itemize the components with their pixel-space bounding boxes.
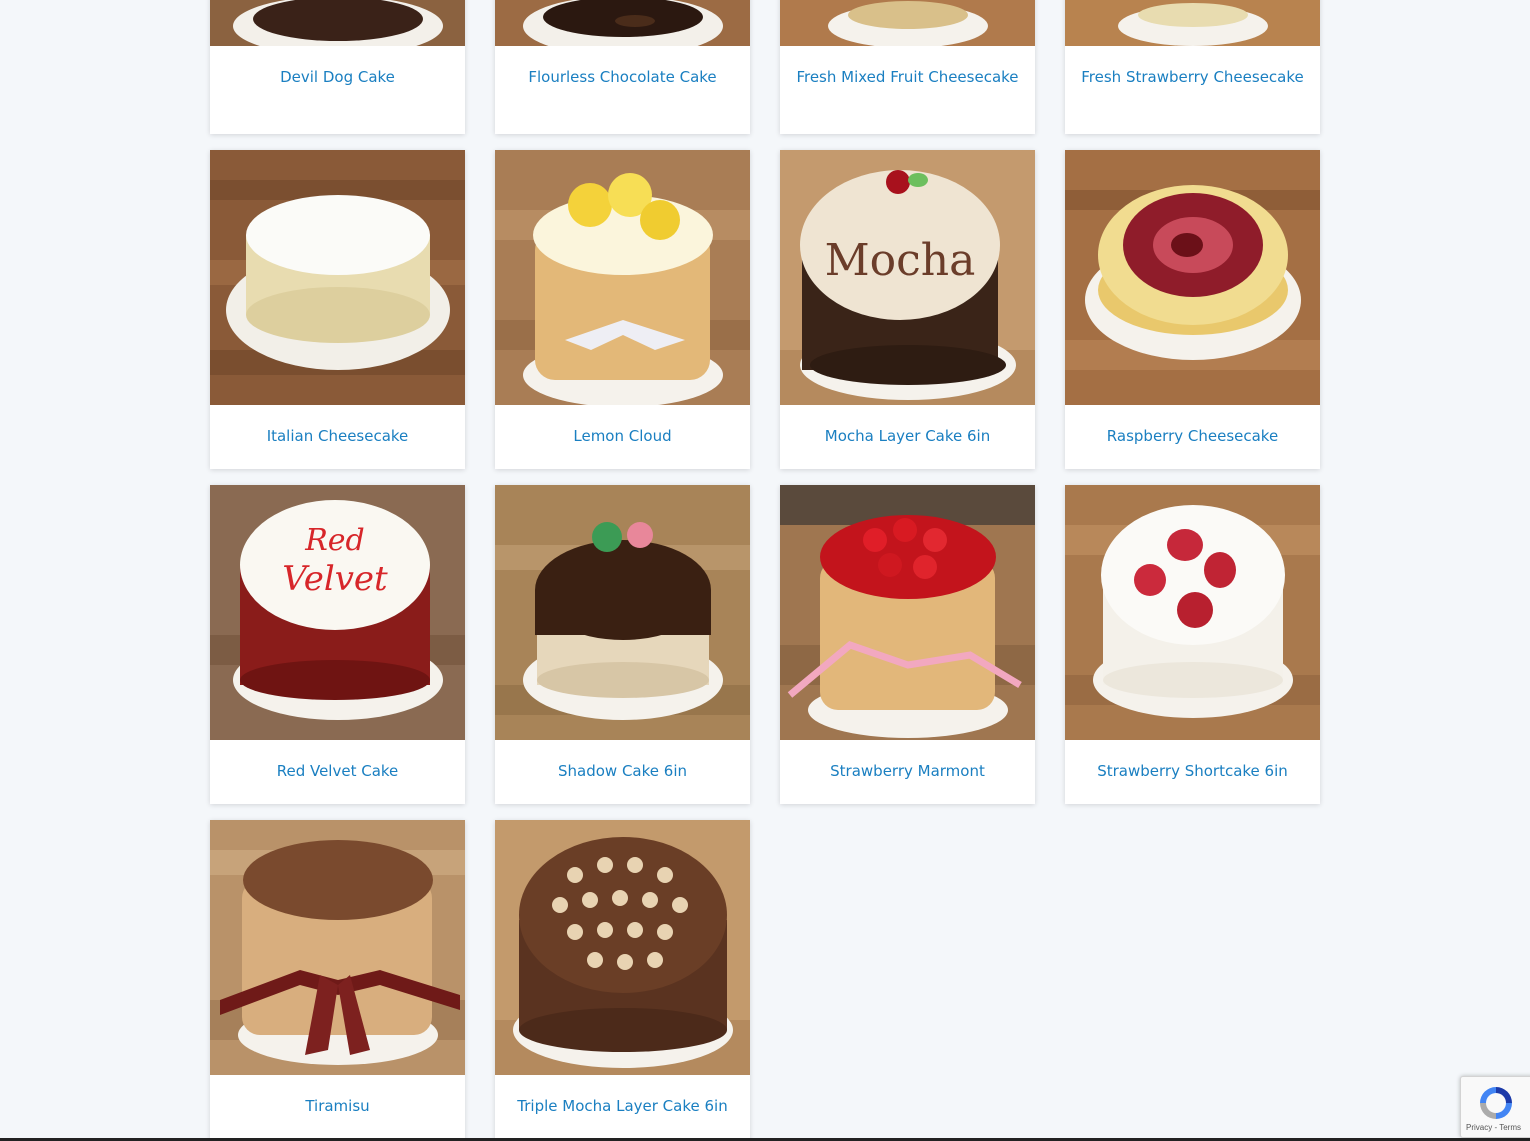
product-card[interactable]: Raspberry Cheesecake [1065,150,1320,469]
product-title-link[interactable]: Shadow Cake 6in [505,759,740,783]
product-title-link[interactable]: Mocha Layer Cake 6in [790,424,1025,448]
recaptcha-terms-link[interactable]: Terms [1499,1123,1521,1132]
shadow-cake-photo[interactable] [495,485,750,740]
svg-text:Velvet: Velvet [282,559,388,599]
lemon-cloud-photo[interactable] [495,150,750,405]
mocha-layer-cake-photo[interactable]: Mocha [780,150,1035,405]
product-title-link[interactable]: Italian Cheesecake [220,424,455,448]
product-grid-page: Devil Dog Cake Flourless Chocolate Cake … [0,0,1530,1141]
recaptcha-badge[interactable]: Privacy - Terms [1460,1076,1530,1138]
product-title-link[interactable]: Flourless Chocolate Cake [505,65,740,89]
fresh-mixed-fruit-cheesecake-photo[interactable] [780,0,1035,46]
italian-cheesecake-photo[interactable] [210,150,465,405]
svg-text:Mocha: Mocha [825,235,976,286]
product-title-link[interactable]: Tiramisu [220,1094,455,1118]
devil-dog-cake-photo[interactable] [210,0,465,46]
product-card[interactable]: Fresh Strawberry Cheesecake [1065,0,1320,134]
product-card[interactable]: Flourless Chocolate Cake [495,0,750,134]
raspberry-cheesecake-photo[interactable] [1065,150,1320,405]
product-card[interactable]: Strawberry Marmont [780,485,1035,804]
product-title-link[interactable]: Lemon Cloud [505,424,740,448]
product-title-link[interactable]: Fresh Mixed Fruit Cheesecake [790,65,1025,89]
product-card[interactable]: Strawberry Shortcake 6in [1065,485,1320,804]
product-title-link[interactable]: Red Velvet Cake [220,759,455,783]
product-title-link[interactable]: Raspberry Cheesecake [1075,424,1310,448]
product-card[interactable]: Fresh Mixed Fruit Cheesecake [780,0,1035,134]
strawberry-shortcake-photo[interactable] [1065,485,1320,740]
product-card[interactable]: Tiramisu [210,820,465,1141]
recaptcha-logo-icon [1476,1083,1516,1123]
product-card[interactable]: Red Velvet Red Velvet Cake [210,485,465,804]
flourless-chocolate-cake-photo[interactable] [495,0,750,46]
product-title-link[interactable]: Strawberry Marmont [790,759,1025,783]
product-title-link[interactable]: Fresh Strawberry Cheesecake [1075,65,1310,89]
product-card[interactable]: Italian Cheesecake [210,150,465,469]
triple-mocha-layer-cake-photo[interactable] [495,820,750,1075]
strawberry-marmont-photo[interactable] [780,485,1035,740]
product-card[interactable]: Mocha Mocha Layer Cake 6in [780,150,1035,469]
product-title-link[interactable]: Devil Dog Cake [220,65,455,89]
recaptcha-privacy-link[interactable]: Privacy [1466,1123,1492,1132]
product-title-link[interactable]: Triple Mocha Layer Cake 6in [505,1094,740,1118]
product-card[interactable]: Devil Dog Cake [210,0,465,134]
product-card[interactable]: Lemon Cloud [495,150,750,469]
fresh-strawberry-cheesecake-photo[interactable] [1065,0,1320,46]
tiramisu-photo[interactable] [210,820,465,1075]
svg-text:Red: Red [304,523,365,558]
red-velvet-cake-photo[interactable]: Red Velvet [210,485,465,740]
product-title-link[interactable]: Strawberry Shortcake 6in [1075,759,1310,783]
recaptcha-links: Privacy - Terms [1466,1123,1521,1132]
product-card[interactable]: Shadow Cake 6in [495,485,750,804]
product-card[interactable]: Triple Mocha Layer Cake 6in [495,820,750,1141]
